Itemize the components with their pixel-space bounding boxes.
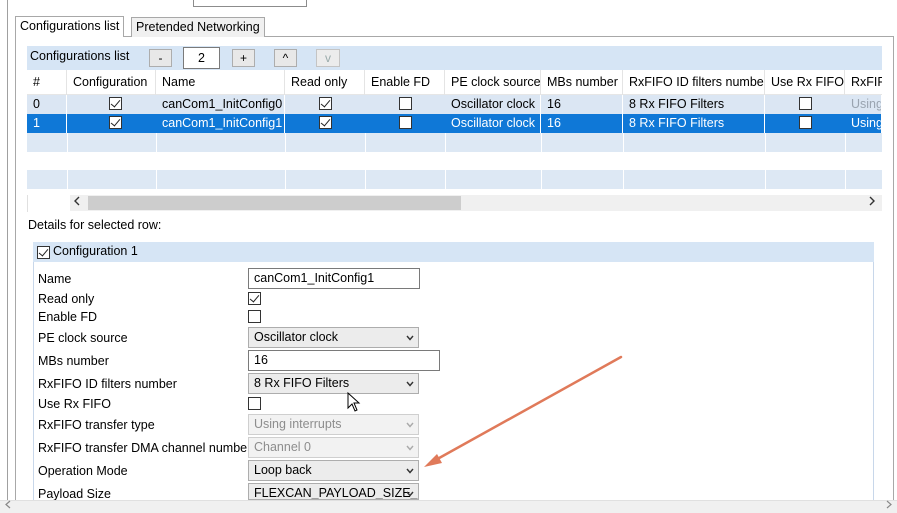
tab-configurations-list[interactable]: Configurations list: [15, 16, 125, 37]
name-label: Name: [38, 272, 72, 286]
mbs-field[interactable]: 16: [248, 350, 440, 371]
chevron-down-icon: [406, 491, 414, 497]
payload-size-label: Payload Size: [38, 487, 111, 501]
configurations-list-label: Configurations list: [30, 49, 130, 63]
read-only-checkbox[interactable]: [248, 292, 261, 305]
column-header-index[interactable]: #: [27, 70, 67, 95]
chevron-right-icon[interactable]: [883, 500, 895, 513]
chevron-down-icon: [406, 335, 414, 341]
column-gridlines: [67, 133, 846, 195]
rxfifo-filters-dropdown[interactable]: 8 Rx FIFO Filters: [248, 373, 419, 394]
read-only-label: Read only: [38, 292, 95, 306]
top-panel-edge: [193, 0, 307, 7]
rxfifo-transfer-dropdown[interactable]: Using interrupts: [248, 414, 419, 435]
chevron-down-icon: [406, 422, 414, 428]
name-field[interactable]: canCom1_InitConfig1: [248, 268, 420, 289]
configuration-group-title: Configuration 1: [53, 244, 138, 258]
dma-channel-label: RxFIFO transfer DMA channel number: [38, 441, 252, 455]
payload-size-value: FLEXCAN_PAYLOAD_SIZE_8: [254, 486, 419, 500]
chevron-down-icon: [406, 445, 414, 451]
mbs-label: MBs number: [38, 354, 109, 368]
operation-mode-value: Loop back: [254, 463, 312, 477]
pe-clock-label: PE clock source: [38, 331, 128, 345]
column-header-mbs-number[interactable]: MBs number: [541, 70, 623, 95]
column-header-enable-fd[interactable]: Enable FD: [365, 70, 445, 95]
use-rx-fifo-label: Use Rx FIFO: [38, 397, 111, 411]
operation-mode-dropdown[interactable]: Loop back: [248, 460, 419, 481]
payload-size-dropdown[interactable]: FLEXCAN_PAYLOAD_SIZE_8: [248, 483, 419, 500]
column-header-pe-clock-source[interactable]: PE clock source: [445, 70, 541, 95]
column-header-use-rx-fifo[interactable]: Use Rx FIFO: [765, 70, 845, 95]
chevron-down-icon: [406, 381, 414, 387]
tab-pretended-networking[interactable]: Pretended Networking: [131, 17, 265, 37]
column-header-name[interactable]: Name: [156, 70, 285, 95]
column-header-rxfifo-filters[interactable]: RxFIFO ID filters number: [623, 70, 765, 95]
move-down-button[interactable]: v: [316, 49, 340, 67]
config-count-input[interactable]: 2: [183, 47, 220, 69]
dma-channel-dropdown[interactable]: Channel 0: [248, 437, 419, 458]
move-up-button[interactable]: ^: [274, 49, 297, 67]
add-config-button[interactable]: +: [232, 49, 255, 67]
scrollbar-thumb[interactable]: [88, 196, 461, 210]
configuration-group-header: [33, 242, 874, 262]
mouse-cursor-icon: [347, 392, 361, 412]
dma-channel-value: Channel 0: [254, 440, 311, 454]
window-horizontal-scrollbar[interactable]: [0, 500, 897, 513]
details-label: Details for selected row:: [28, 218, 162, 232]
rxfifo-filters-label: RxFIFO ID filters number: [38, 377, 177, 391]
operation-mode-label: Operation Mode: [38, 464, 128, 478]
chevron-down-icon: [406, 468, 414, 474]
remove-config-button[interactable]: -: [149, 49, 172, 67]
rxfifo-transfer-label: RxFIFO transfer type: [38, 418, 155, 432]
enable-fd-label: Enable FD: [38, 310, 98, 324]
rxfifo-transfer-value: Using interrupts: [254, 417, 342, 431]
pe-clock-dropdown[interactable]: Oscillator clock: [248, 327, 419, 348]
chevron-left-icon[interactable]: [2, 500, 14, 513]
configuration-group-checkbox[interactable]: [37, 246, 50, 259]
column-header-read-only[interactable]: Read only: [285, 70, 365, 95]
use-rx-fifo-checkbox[interactable]: [248, 397, 261, 410]
rxfifo-filters-value: 8 Rx FIFO Filters: [254, 376, 350, 390]
column-header-rxfif[interactable]: RxFIF: [845, 70, 882, 95]
table-header: # Configuration Name Read only Enable FD…: [27, 70, 882, 95]
chevron-right-icon[interactable]: [865, 195, 879, 211]
column-header-configuration[interactable]: Configuration: [67, 70, 156, 95]
pe-clock-value: Oscillator clock: [254, 330, 339, 344]
chevron-left-icon[interactable]: [70, 195, 84, 211]
outer-frame-border: [7, 0, 8, 500]
enable-fd-checkbox[interactable]: [248, 310, 261, 323]
